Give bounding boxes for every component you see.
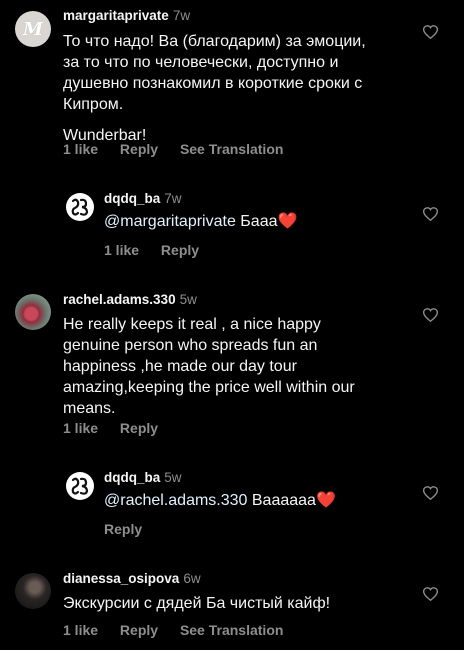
username[interactable]: dqdq_ba (104, 470, 160, 485)
timestamp: 7w (172, 8, 191, 23)
username[interactable]: dianessa_osipova (63, 571, 179, 586)
comment-text: @margaritaprivate Бааа❤️ (104, 213, 298, 230)
timestamp: 7w (164, 191, 182, 206)
comment-header: rachel.adams.330 5w (63, 292, 197, 307)
username[interactable]: dqdq_ba (104, 191, 160, 206)
heart-icon[interactable] (423, 486, 438, 500)
comment-actions: 1 like Reply (104, 242, 217, 258)
timestamp: 5w (179, 292, 197, 307)
comment-text: He really keeps it real , a nice happy g… (63, 316, 355, 417)
comment-header: dqdq_ba 5w (104, 470, 182, 485)
heart-emoji: ❤️ (315, 492, 336, 509)
likes-count[interactable]: 1 like (63, 622, 98, 638)
likes-count[interactable]: 1 like (104, 242, 139, 258)
reply-button[interactable]: Reply (120, 622, 158, 638)
timestamp: 6w (183, 571, 201, 586)
likes-count[interactable]: 1 like (63, 420, 98, 436)
reply-button[interactable]: Reply (104, 521, 142, 537)
comment-actions: Reply (104, 521, 160, 537)
heart-icon[interactable] (423, 207, 438, 221)
comment-header: dianessa_osipova 6w (63, 571, 201, 586)
avatar[interactable] (66, 472, 94, 500)
likes-count[interactable]: 1 like (63, 141, 98, 157)
avatar[interactable] (15, 573, 51, 609)
comment-actions: 1 like Reply (63, 420, 176, 436)
heart-icon[interactable] (423, 25, 438, 39)
see-translation-button[interactable]: See Translation (180, 622, 283, 638)
avatar[interactable] (66, 193, 94, 221)
see-translation-button[interactable]: See Translation (180, 141, 283, 157)
comment-actions: 1 like Reply See Translation (63, 141, 301, 157)
avatar[interactable] (15, 294, 51, 330)
comment-header: margaritaprivate 7w (63, 8, 190, 23)
mention-link[interactable]: @margaritaprivate (104, 213, 236, 230)
comment-header: dqdq_ba 7w (104, 191, 182, 206)
avatar[interactable]: M (15, 11, 51, 47)
reply-button[interactable]: Reply (120, 420, 158, 436)
heart-icon[interactable] (423, 587, 438, 601)
username[interactable]: margaritaprivate (63, 8, 169, 23)
timestamp: 5w (164, 470, 182, 485)
mention-link[interactable]: @rachel.adams.330 (104, 492, 247, 509)
reply-button[interactable]: Reply (120, 141, 158, 157)
comment-text: То что надо! Ва (благодарим) за эмоции, … (63, 33, 366, 144)
comment-text: Экскурсии с дядей Ба чистый кайф! (63, 595, 331, 612)
username[interactable]: rachel.adams.330 (63, 292, 176, 307)
reply-button[interactable]: Reply (161, 242, 199, 258)
heart-icon[interactable] (423, 308, 438, 322)
logo-icon (71, 198, 89, 216)
comment-text: @rachel.adams.330 Ваааааа❤️ (104, 492, 336, 509)
logo-icon (71, 477, 89, 495)
comment-actions: 1 like Reply See Translation (63, 622, 301, 638)
heart-emoji: ❤️ (277, 213, 298, 230)
